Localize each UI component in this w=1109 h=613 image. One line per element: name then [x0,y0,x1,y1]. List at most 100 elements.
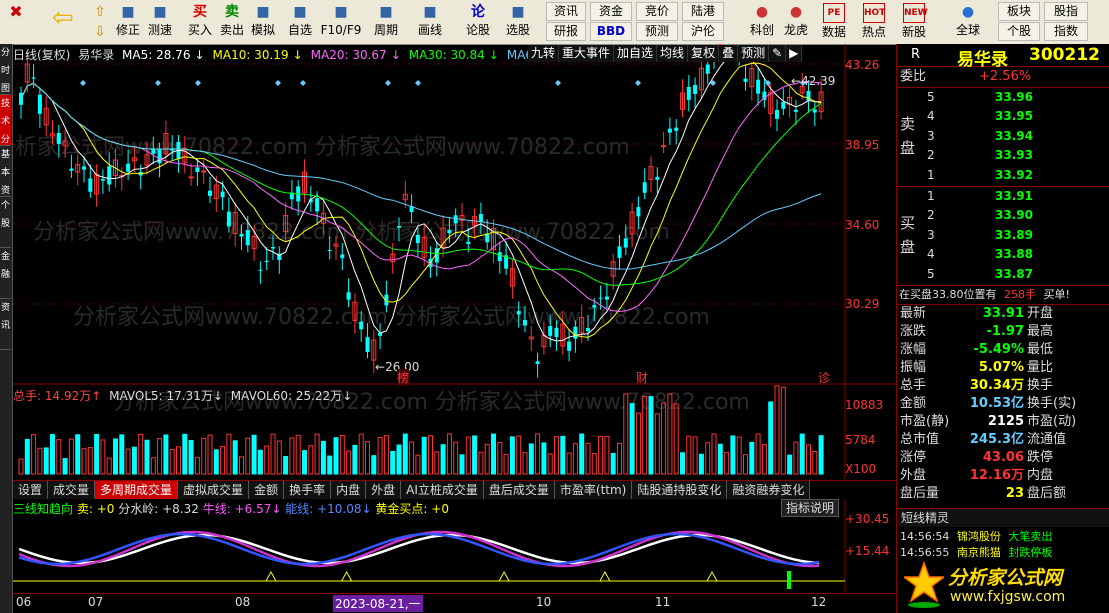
event-row-0[interactable]: 14:56:54 锦鸿股份 大笔卖出 [900,528,1052,544]
sell-button[interactable]: 卖卖出 [216,2,248,42]
wb-label: 委比 [900,69,927,84]
auction-button[interactable]: 竞价 [636,2,678,21]
ma-arrow: ↓ [488,48,499,62]
candle-body [693,84,698,94]
indicator-tab-5[interactable]: 换手率 [284,481,332,499]
indicator-tab-2[interactable]: 多周期成交量 [95,481,179,499]
indicator-tab-8[interactable]: AI立桩成交量 [401,481,484,499]
event-mark-2[interactable]: 诊 [818,369,830,386]
tool-add-watchlist[interactable]: 加自选 [614,45,658,62]
indicator-tab-1[interactable]: 成交量 [48,481,96,499]
left-tab-3[interactable]: 个股 [0,197,11,248]
order-level-1[interactable]: 1 33.91 [927,187,1107,207]
new-button[interactable]: NEW 新股 [896,2,932,42]
chat-button[interactable]: 论论股 [458,2,498,42]
left-tab-5[interactable]: 资讯 [0,299,11,350]
pencil-icon[interactable]: ✎ [769,45,787,62]
tool-overlay[interactable]: 叠 [719,45,739,62]
volume-bar [125,448,131,475]
single-stock-button[interactable]: 个股 [998,22,1040,41]
index-futures-button[interactable]: 股指 [1044,2,1088,21]
indicator-tab-3[interactable]: 虚拟成交量 [178,481,250,499]
order-level-1[interactable]: 1 33.92 [927,166,1107,186]
chart-button[interactable]: ● 科创 [744,2,780,42]
pencil-button[interactable]: ■ 画线 [410,2,450,42]
volume-bar [220,445,226,475]
left-tab-2[interactable]: 基本资料 [0,146,11,197]
dragon-button[interactable]: ● 龙虎 [778,2,814,42]
indicator-tab-11[interactable]: 陆股通持股变化 [632,481,728,499]
back-arrow-icon[interactable]: ⇦ [46,2,78,42]
indicator-tab-7[interactable]: 外盘 [366,481,402,499]
forecast-button[interactable]: 预测 [636,22,678,41]
indicator-tab-4[interactable]: 金额 [249,481,285,499]
signal-bar [787,571,791,589]
order-level-3[interactable]: 3 33.94 [927,127,1107,147]
event-mark-0[interactable]: 榜 [397,369,410,386]
hot-button[interactable]: HOT 热点 [856,2,892,42]
indicator-help-button[interactable]: 指标说明 [781,499,840,517]
bbd-button[interactable]: BBD [590,22,632,41]
stat-key2: 内盘 [1027,467,1054,483]
event-mark-1[interactable]: 财 [636,369,648,386]
volume-bar [604,435,610,475]
house-button[interactable]: ■ 自选 [280,2,320,42]
play-icon[interactable]: ▶ [786,45,803,62]
index-button[interactable]: 指数 [1044,22,1088,41]
left-tab-4[interactable]: 金融 [0,248,11,299]
tool-forecast[interactable]: 预测 [738,45,770,62]
left-tab-0[interactable]: 分时图 [0,44,11,95]
tool-ma[interactable]: 均线 [657,45,689,62]
clock-button[interactable]: ■ 测速 [144,2,176,42]
indicator-tab-10[interactable]: 市盈率(ttm) [554,481,633,499]
tool-nine-turn[interactable]: 九转 [528,45,560,62]
select-button[interactable]: ■ 选股 [498,2,538,42]
doc-button[interactable]: ■ F10/F9 [320,2,362,42]
watermark-text: 分析家公式网www.70822.com 分析家公式网www.70822.com [73,305,710,330]
capital-button[interactable]: 资金 [590,2,632,21]
section-title: 短线精灵 [901,511,950,525]
pe-button[interactable]: PE 数据 [816,2,852,42]
volume-bar [239,456,244,475]
indicator-tab-0[interactable]: 设置 [13,481,49,499]
ma-value: MA5: 28.76 [122,48,191,62]
order-level-3[interactable]: 3 33.89 [927,226,1107,246]
stat-value: 2125 [987,413,1024,429]
shanghai-london-button[interactable]: 沪伦 [682,22,724,41]
news-button[interactable]: 资讯 [546,2,586,21]
order-level-5[interactable]: 5 33.96 [927,88,1107,108]
research-button[interactable]: 研报 [546,22,586,41]
gold-buy-mark [265,570,277,582]
up-arrow-icon[interactable]: ⇧ ⇩ [88,2,112,42]
order-level-2[interactable]: 2 33.90 [927,206,1107,226]
indicator-tab-6[interactable]: 内盘 [331,481,367,499]
globe-button[interactable]: ● 全球 [950,2,986,42]
kline-chart-area[interactable]: 分析家公式网www.70822.com 分析家公式网www.70822.com … [13,44,895,613]
order-level-4[interactable]: 4 33.88 [927,245,1107,265]
refresh-button[interactable]: ■ 修正 [112,2,144,42]
tool-adjust[interactable]: 复权 [688,45,720,62]
gavel-button[interactable]: ■ 模拟 [246,2,280,42]
candle-body [315,198,320,212]
candle-body [151,149,156,154]
indicator-tab-9[interactable]: 盘后成交量 [483,481,555,499]
buy-button[interactable]: 买买入 [184,2,216,42]
period-button[interactable]: ■ 周期 [366,2,406,42]
short-term-wizard-header[interactable]: 短线精灵 [897,508,1109,527]
star-logo-icon [904,561,944,608]
volume-bar [43,447,49,475]
tool-major-events[interactable]: 重大事件 [559,45,615,62]
close-icon[interactable]: ✖ [2,2,30,42]
order-level-5[interactable]: 5 33.87 [927,265,1107,285]
hk-connect-button[interactable]: 陆港 [682,2,724,21]
level-num: 5 [927,89,935,104]
left-tab-1[interactable]: 技术分析 [0,95,11,146]
indicator-fsl: 分水岭: +8.32 [118,502,199,516]
order-level-4[interactable]: 4 33.95 [927,107,1107,127]
chart-canvas[interactable]: 分析家公式网www.70822.com 分析家公式网www.70822.com … [13,44,895,613]
toolbar-label: 周期 [373,23,398,37]
gavel-icon: ■ [256,4,270,20]
order-level-2[interactable]: 2 33.93 [927,146,1107,166]
sector-button[interactable]: 板块 [998,2,1040,21]
indicator-tab-12[interactable]: 融资融券变化 [727,481,811,499]
